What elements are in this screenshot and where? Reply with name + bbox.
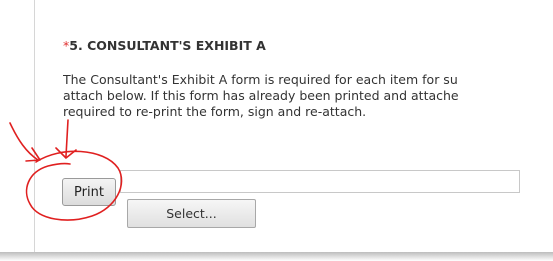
description-line: required to re-print the form, sign and … xyxy=(63,104,367,119)
section-heading: *5. CONSULTANT'S EXHIBIT A xyxy=(63,38,266,53)
panel-left-border xyxy=(34,0,35,252)
panel-bottom-shadow xyxy=(0,252,553,261)
description-line: The Consultant's Exhibit A form is requi… xyxy=(63,72,458,87)
annotation-arrow-icon xyxy=(55,119,77,159)
section-title: CONSULTANT'S EXHIBIT A xyxy=(87,38,266,53)
print-button[interactable]: Print xyxy=(62,178,116,206)
form-panel: *5. CONSULTANT'S EXHIBIT A The Consultan… xyxy=(0,0,553,261)
annotation-arrow-icon xyxy=(9,122,41,162)
description-line: attach below. If this form has already b… xyxy=(63,88,459,103)
section-number: 5. xyxy=(69,38,83,53)
file-path-field[interactable] xyxy=(120,170,520,193)
section-description: The Consultant's Exhibit A form is requi… xyxy=(63,72,553,120)
select-file-button[interactable]: Select... xyxy=(127,199,256,228)
